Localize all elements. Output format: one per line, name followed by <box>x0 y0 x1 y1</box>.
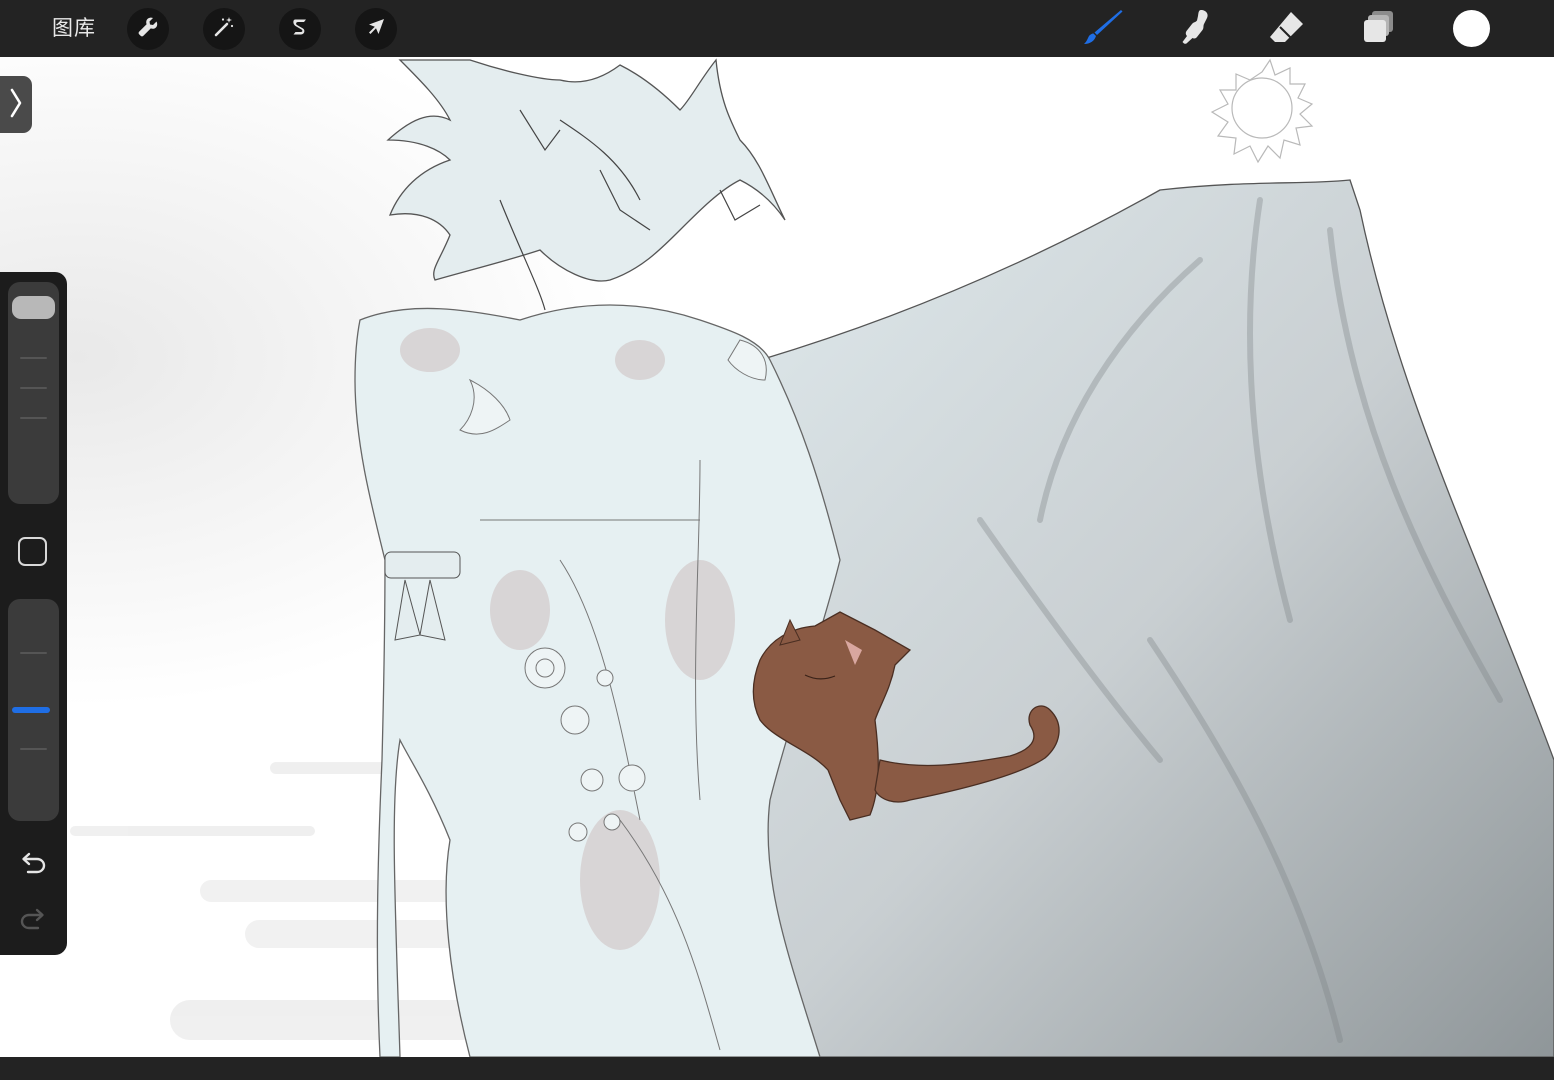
actions-button[interactable] <box>127 8 169 50</box>
brush-opacity-thumb[interactable] <box>12 707 50 713</box>
slider-tick <box>20 652 47 654</box>
redo-button[interactable] <box>15 904 51 938</box>
brush-icon <box>1081 7 1125 51</box>
drawing-canvas[interactable] <box>0 57 1554 1057</box>
selection-s-icon <box>288 15 312 43</box>
wrench-icon <box>136 15 160 43</box>
left-sidebar <box>0 272 67 955</box>
smudge-icon <box>1175 7 1215 51</box>
brush-size-thumb[interactable] <box>12 296 55 319</box>
adjustments-button[interactable] <box>203 8 245 50</box>
artwork <box>0 57 1554 1057</box>
layers-button[interactable] <box>1357 8 1401 50</box>
color-picker-swatch[interactable] <box>1453 10 1490 47</box>
eraser-tool-button[interactable] <box>1265 8 1309 50</box>
chevron-right-icon <box>9 88 23 122</box>
magic-wand-icon <box>212 15 236 43</box>
slider-tick <box>20 387 47 389</box>
slider-tick <box>20 357 47 359</box>
smudge-tool-button[interactable] <box>1173 8 1217 50</box>
slider-tick <box>20 417 47 419</box>
top-toolbar: 图库 <box>0 0 1554 57</box>
undo-button[interactable] <box>15 848 51 882</box>
brush-opacity-slider[interactable] <box>8 599 59 821</box>
brush-size-slider[interactable] <box>8 282 59 504</box>
gallery-button[interactable]: 图库 <box>52 14 96 42</box>
sidebar-toggle[interactable] <box>0 76 32 133</box>
eraser-icon <box>1267 7 1307 51</box>
slider-tick <box>20 748 47 750</box>
transform-arrow-icon <box>364 15 388 43</box>
modify-button[interactable] <box>18 537 47 566</box>
selection-button[interactable] <box>279 8 321 50</box>
transform-button[interactable] <box>355 8 397 50</box>
procreate-app: 图库 <box>0 0 1554 1080</box>
layers-icon <box>1359 7 1399 51</box>
undo-icon <box>19 851 47 879</box>
bottom-bar <box>0 1057 1554 1080</box>
brush-tool-button[interactable] <box>1081 8 1125 50</box>
redo-icon <box>19 907 47 935</box>
